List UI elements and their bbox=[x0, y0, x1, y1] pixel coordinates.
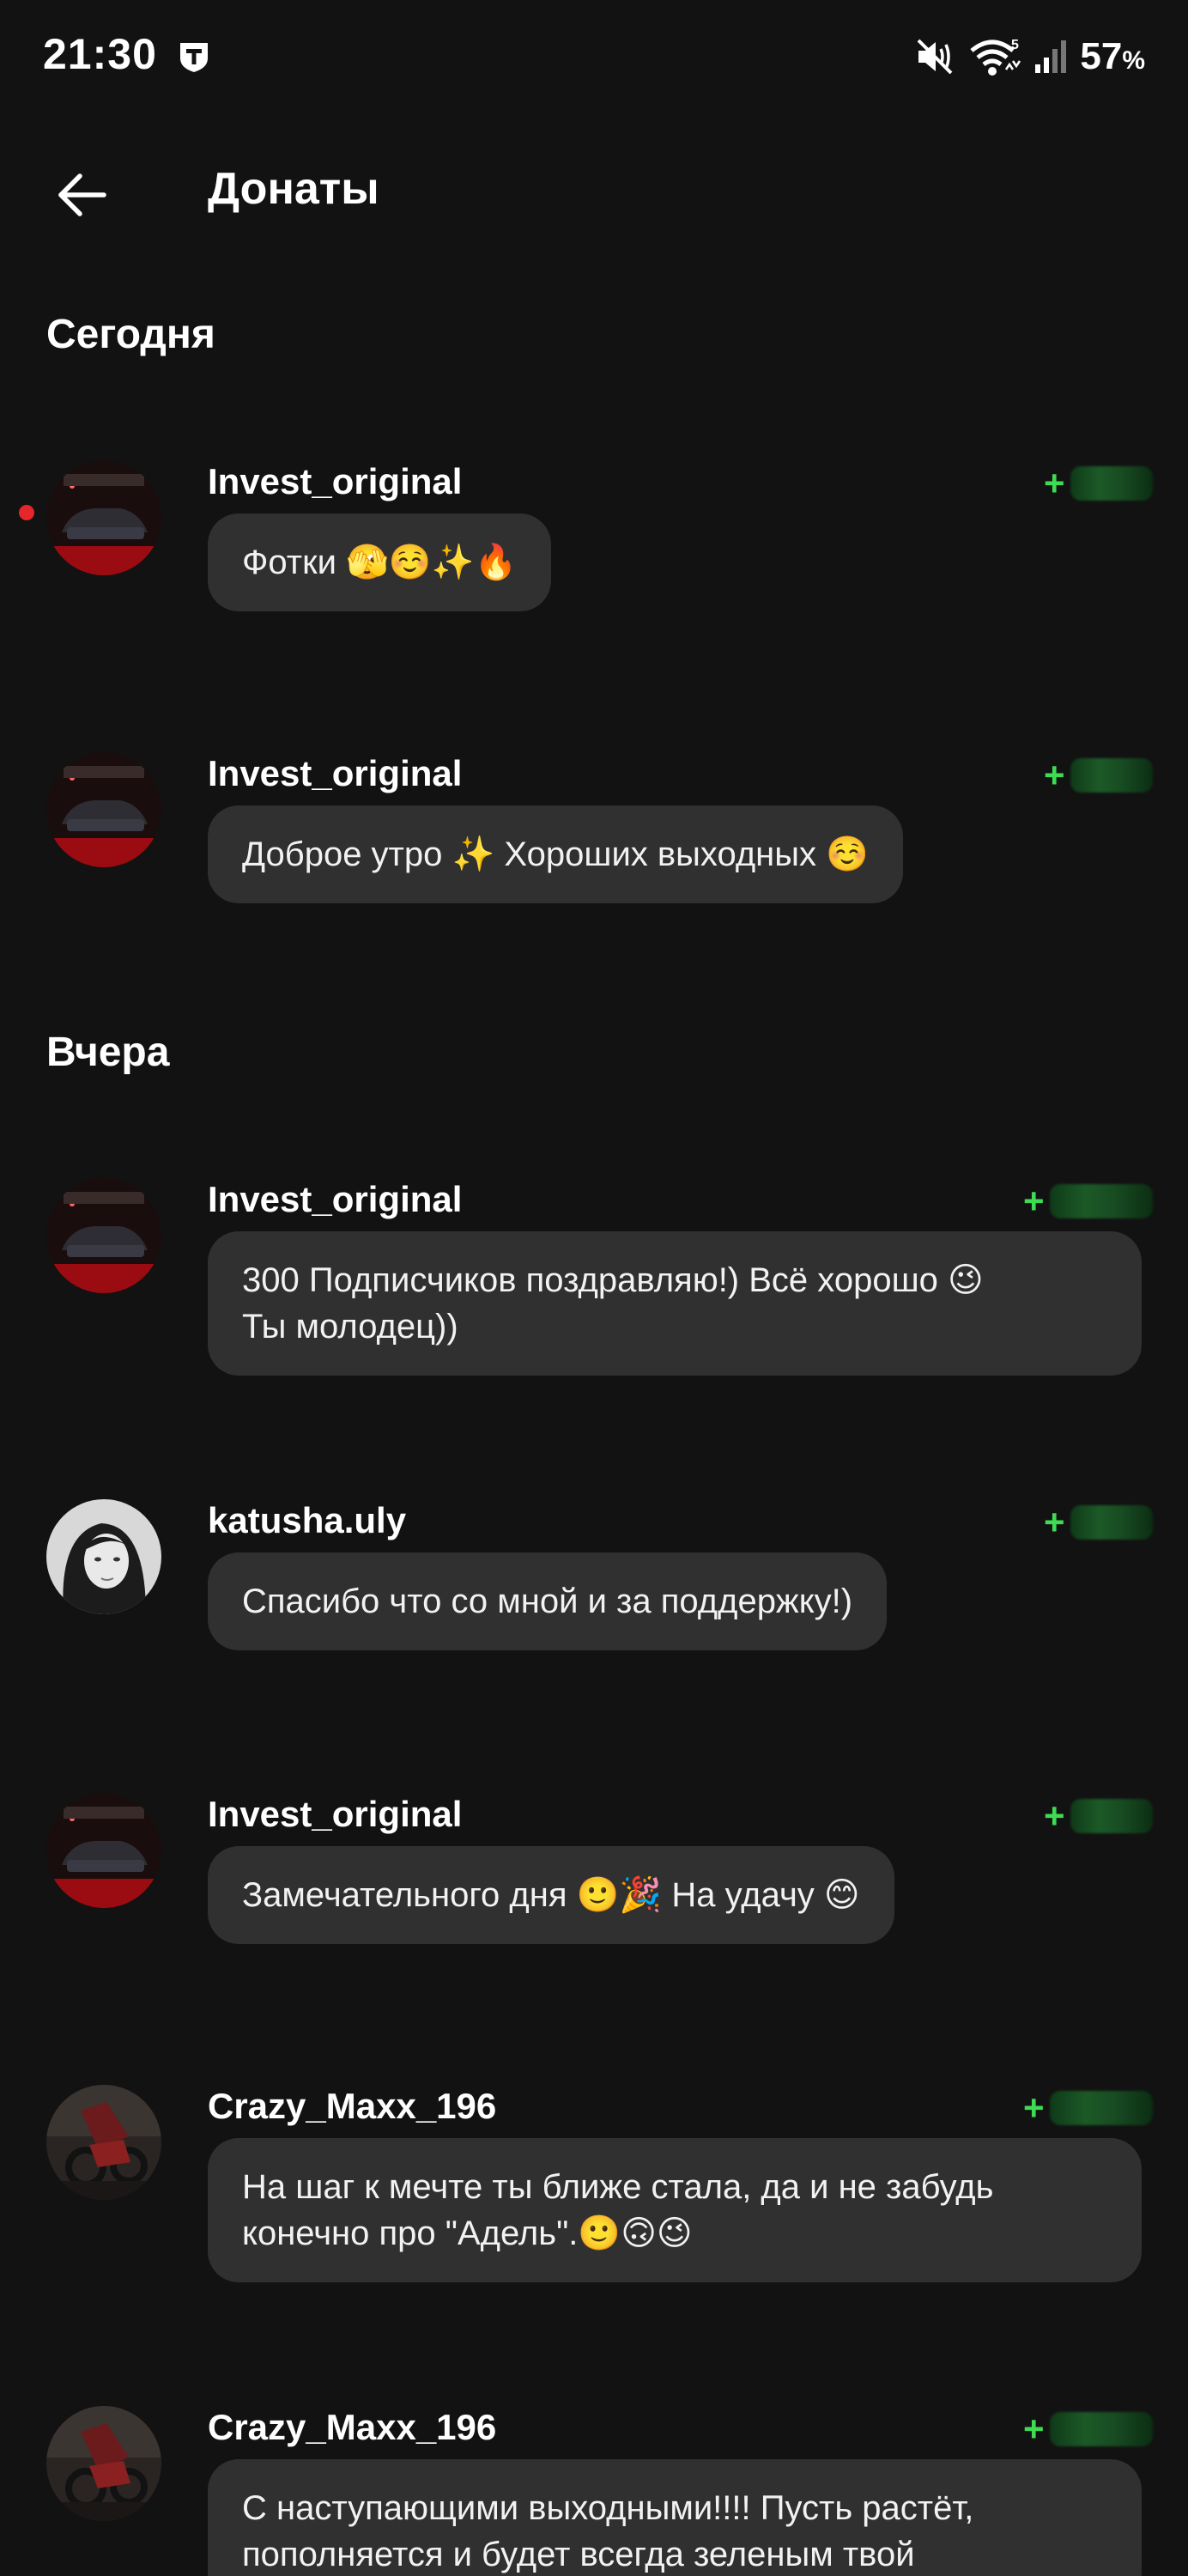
donor-username: Invest_original bbox=[208, 1794, 463, 1834]
wifi-icon: 5 bbox=[968, 35, 1021, 78]
donation-message: С наступающими выходными!!!! Пусть растё… bbox=[208, 2459, 1142, 2576]
donation-item[interactable]: Crazy_Maxx_196 + С наступающими выходным… bbox=[0, 2406, 1188, 2576]
amount-hidden-value bbox=[1070, 1799, 1153, 1833]
donor-username: Invest_original bbox=[208, 1179, 463, 1219]
donor-username: Invest_original bbox=[208, 461, 463, 501]
back-button[interactable] bbox=[43, 158, 120, 235]
status-bar: 21:30 5 57% bbox=[0, 0, 1188, 112]
donation-message: Спасибо что со мной и за поддержку!) bbox=[208, 1552, 888, 1650]
donation-item[interactable]: Invest_original + Замечательного дня 🙂🎉 … bbox=[0, 1793, 1188, 1965]
amount-hidden-value bbox=[1049, 1184, 1153, 1218]
arrow-left-icon bbox=[56, 169, 107, 225]
amount-sign: + bbox=[1044, 1502, 1065, 1542]
status-time: 21:30 bbox=[43, 30, 157, 78]
donation-amount: + bbox=[1044, 1503, 1153, 1542]
woman-portrait-avatar[interactable] bbox=[46, 1499, 161, 1614]
amount-sign: + bbox=[1023, 1181, 1045, 1221]
vibrate-mute-icon bbox=[913, 35, 956, 78]
battery-level: 57% bbox=[1080, 35, 1145, 78]
amount-hidden-value bbox=[1049, 2412, 1153, 2446]
amount-hidden-value bbox=[1070, 1505, 1153, 1540]
amount-sign: + bbox=[1044, 755, 1065, 795]
donation-amount: + bbox=[1044, 464, 1153, 503]
battery-percent: 57 bbox=[1080, 35, 1123, 77]
donation-amount: + bbox=[1044, 756, 1153, 795]
donation-amount: + bbox=[1023, 1182, 1153, 1221]
donor-username: Crazy_Maxx_196 bbox=[208, 2407, 497, 2447]
donation-amount: + bbox=[1023, 2088, 1153, 2128]
amount-sign: + bbox=[1044, 1795, 1065, 1836]
car-red-avatar[interactable] bbox=[46, 1178, 161, 1293]
car-red-avatar[interactable] bbox=[46, 1793, 161, 1908]
donation-message: Доброе утро ✨ Хороших выходных ☺️ bbox=[208, 805, 903, 903]
donation-message: 300 Подписчиков поздравляю!) Всё хорошо … bbox=[208, 1231, 1142, 1376]
section-header-today: Сегодня bbox=[46, 312, 215, 357]
status-indicators: 5 57% bbox=[913, 31, 1145, 82]
amount-sign: + bbox=[1044, 463, 1065, 503]
donation-item[interactable]: Invest_original + Доброе утро ✨ Хороших … bbox=[0, 752, 1188, 924]
donation-amount: + bbox=[1023, 2409, 1153, 2449]
donation-message: На шаг к мечте ты ближе стала, да и не з… bbox=[208, 2138, 1142, 2282]
amount-sign: + bbox=[1023, 2409, 1045, 2449]
car-red-avatar[interactable] bbox=[46, 460, 161, 575]
page-title: Донаты bbox=[208, 164, 379, 214]
amount-sign: + bbox=[1023, 2087, 1045, 2128]
donation-item[interactable]: Crazy_Maxx_196 + На шаг к мечте ты ближе… bbox=[0, 2085, 1188, 2291]
section-header-yesterday: Вчера bbox=[46, 1030, 170, 1075]
donor-username: katusha.uly bbox=[208, 1500, 407, 1540]
donation-message: Фотки 🫣☺️✨🔥 bbox=[208, 513, 552, 611]
amount-hidden-value bbox=[1049, 2091, 1153, 2125]
donation-amount: + bbox=[1044, 1796, 1153, 1836]
motorcycle-avatar[interactable] bbox=[46, 2406, 161, 2521]
battery-unit: % bbox=[1122, 46, 1145, 75]
wifi-generation-label: 5 bbox=[1011, 38, 1019, 52]
signal-icon bbox=[1033, 35, 1068, 78]
donation-item[interactable]: katusha.uly + Спасибо что со мной и за п… bbox=[0, 1499, 1188, 1671]
app-bar: Донаты bbox=[0, 137, 1188, 240]
amount-hidden-value bbox=[1070, 466, 1153, 501]
motorcycle-avatar[interactable] bbox=[46, 2085, 161, 2200]
donation-message: Замечательного дня 🙂🎉 На удачу 😊 bbox=[208, 1846, 894, 1944]
car-red-avatar[interactable] bbox=[46, 752, 161, 867]
donor-username: Invest_original bbox=[208, 753, 463, 793]
donor-username: Crazy_Maxx_196 bbox=[208, 2086, 497, 2126]
amount-hidden-value bbox=[1070, 758, 1153, 793]
donation-item[interactable]: Invest_original + Фотки 🫣☺️✨🔥 bbox=[0, 460, 1188, 632]
tinkoff-notification-icon bbox=[177, 39, 211, 74]
unread-indicator bbox=[19, 505, 34, 520]
donation-item[interactable]: Invest_original + 300 Подписчиков поздра… bbox=[0, 1178, 1188, 1384]
